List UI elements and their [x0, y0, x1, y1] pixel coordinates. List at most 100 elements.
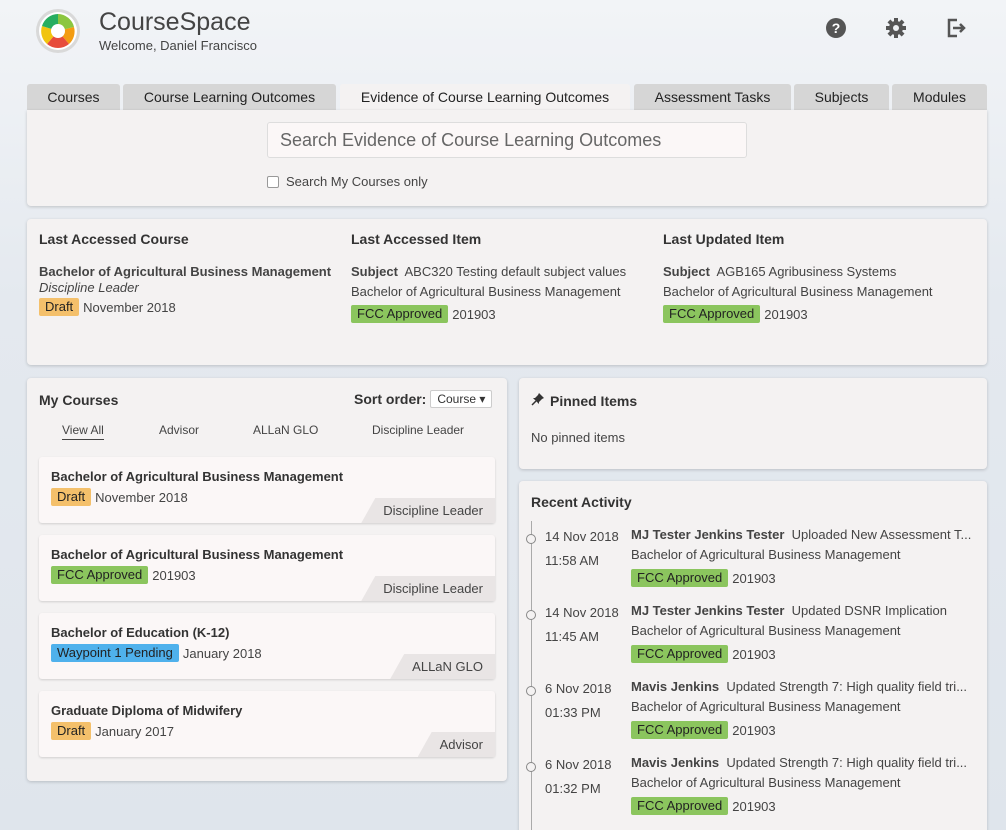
course-role-tag: Discipline Leader [361, 576, 495, 601]
status-badge: Waypoint 1 Pending [51, 644, 179, 662]
item-period: 201903 [764, 306, 808, 322]
course-name: Graduate Diploma of Midwifery [51, 703, 243, 718]
activity-period: 201903 [732, 798, 776, 814]
last-accessed-course-heading: Last Accessed Course [39, 231, 189, 247]
pinned-items-panel: Pinned Items No pinned items [519, 378, 987, 469]
recent-activity-panel: Recent Activity 14 Nov 2018 11:58 AM MJ … [519, 481, 987, 830]
filter-allan-glo[interactable]: ALLaN GLO [253, 423, 318, 437]
status-badge: Draft [51, 722, 92, 740]
activity-period: 201903 [732, 570, 776, 586]
item-type-label: Subject [351, 264, 398, 279]
activity-user: Mavis Jenkins [631, 679, 720, 694]
course-card[interactable]: Bachelor of Agricultural Business Manage… [39, 457, 495, 523]
tab-course-learning-outcomes[interactable]: Course Learning Outcomes [123, 84, 336, 111]
activity-date: 6 Nov 2018 [545, 757, 612, 772]
activity-action: Updated Strength 7: High quality field t… [726, 679, 968, 694]
search-my-courses-label: Search My Courses only [286, 174, 428, 189]
last-accessed-course: Last Accessed Course Bachelor of Agricul… [39, 231, 339, 316]
activity-date: 6 Nov 2018 [545, 681, 612, 696]
last-updated-item-link[interactable]: Subject AGB165 Agribusiness Systems [663, 264, 963, 279]
my-courses-panel: My Courses Sort order: Course ▾ View All… [27, 378, 507, 781]
timeline-dot [526, 686, 536, 696]
course-date: January 2018 [182, 645, 262, 661]
activity-user: MJ Tester Jenkins Tester [631, 603, 785, 618]
tab-evidence-of-course-learning-outcomes[interactable]: Evidence of Course Learning Outcomes [340, 84, 630, 112]
search-panel: Search My Courses only [27, 110, 987, 206]
recent-activity-heading: Recent Activity [531, 494, 632, 510]
activity-item[interactable]: 6 Nov 2018 01:33 PM Mavis Jenkins Update… [519, 673, 987, 749]
activity-time: 01:33 PM [545, 705, 601, 720]
status-badge: FCC Approved [351, 305, 449, 323]
course-name: Bachelor of Agricultural Business Manage… [51, 547, 344, 562]
activity-time: 11:58 AM [545, 553, 599, 568]
tab-assessment-tasks[interactable]: Assessment Tasks [634, 84, 791, 111]
status-badge: FCC Approved [631, 721, 729, 739]
item-course: Bachelor of Agricultural Business Manage… [351, 284, 621, 299]
activity-time: 01:32 PM [545, 781, 601, 796]
last-accessed-course-date: November 2018 [83, 299, 176, 315]
item-name: AGB165 Agribusiness Systems [716, 264, 897, 279]
activity-course: Bachelor of Agricultural Business Manage… [631, 699, 901, 714]
course-name: Bachelor of Agricultural Business Manage… [51, 469, 344, 484]
last-accessed-item: Last Accessed Item Subject ABC320 Testin… [351, 231, 651, 323]
app-logo[interactable] [35, 8, 81, 54]
status-badge: FCC Approved [631, 645, 729, 663]
activity-course: Bachelor of Agricultural Business Manage… [631, 623, 901, 638]
pin-icon [531, 392, 545, 409]
activity-item[interactable]: 6 Nov 2018 01:32 PM Mavis Jenkins Update… [519, 749, 987, 825]
timeline-dot [526, 762, 536, 772]
status-badge: FCC Approved [631, 569, 729, 587]
pinned-empty-text: No pinned items [531, 430, 625, 445]
pinned-items-heading: Pinned Items [550, 392, 638, 409]
status-badge: Draft [51, 488, 92, 506]
filter-view-all[interactable]: View All [62, 423, 104, 440]
status-badge: FCC Approved [663, 305, 761, 323]
last-accessed-item-link[interactable]: Subject ABC320 Testing default subject v… [351, 264, 651, 279]
filter-discipline-leader[interactable]: Discipline Leader [372, 423, 464, 437]
status-badge: Draft [39, 298, 80, 316]
course-date: January 2017 [95, 723, 174, 739]
last-accessed-item-heading: Last Accessed Item [351, 231, 482, 247]
last-accessed-course-role: Discipline Leader [39, 280, 139, 295]
last-updated-item-heading: Last Updated Item [663, 231, 785, 247]
status-badge: FCC Approved [51, 566, 149, 584]
course-date: November 2018 [95, 489, 188, 505]
last-accessed-course-name[interactable]: Bachelor of Agricultural Business Manage… [39, 264, 339, 279]
item-name: ABC320 Testing default subject values [404, 264, 627, 279]
tab-subjects[interactable]: Subjects [794, 84, 889, 111]
course-role-tag: Discipline Leader [361, 498, 495, 523]
activity-action: Uploaded New Assessment T... [791, 527, 972, 542]
search-my-courses-toggle[interactable]: Search My Courses only [267, 174, 428, 189]
course-card[interactable]: Bachelor of Education (K-12) Waypoint 1 … [39, 613, 495, 679]
filter-advisor[interactable]: Advisor [159, 423, 199, 437]
sort-order-value: Course [437, 392, 477, 406]
main-tabs: Courses Course Learning Outcomes Evidenc… [27, 84, 987, 112]
activity-action: Updated Strength 7: High quality field t… [726, 755, 968, 770]
tab-modules[interactable]: Modules [892, 84, 987, 111]
course-card[interactable]: Graduate Diploma of Midwifery Draft Janu… [39, 691, 495, 757]
timeline-dot [526, 534, 536, 544]
sort-order-select[interactable]: Course ▾ [430, 390, 493, 408]
course-role-tag: Advisor [417, 732, 495, 757]
activity-item[interactable]: 14 Nov 2018 11:45 AM MJ Tester Jenkins T… [519, 597, 987, 673]
activity-period: 201903 [732, 646, 776, 662]
app-title: CourseSpace [99, 8, 251, 36]
search-my-courses-checkbox[interactable] [267, 175, 279, 188]
course-card[interactable]: Bachelor of Agricultural Business Manage… [39, 535, 495, 601]
last-updated-item: Last Updated Item Subject AGB165 Agribus… [663, 231, 963, 323]
search-input[interactable] [267, 122, 747, 158]
item-type-label: Subject [663, 264, 710, 279]
gear-icon[interactable] [885, 17, 907, 39]
status-badge: FCC Approved [631, 797, 729, 815]
tab-courses[interactable]: Courses [27, 84, 120, 111]
activity-user: Mavis Jenkins [631, 755, 720, 770]
activity-date: 14 Nov 2018 [545, 605, 619, 620]
activity-item[interactable]: 14 Nov 2018 11:58 AM MJ Tester Jenkins T… [519, 521, 987, 597]
activity-course: Bachelor of Agricultural Business Manage… [631, 547, 901, 562]
activity-date: 14 Nov 2018 [545, 529, 619, 544]
help-icon[interactable]: ? [825, 17, 847, 39]
logout-icon[interactable] [945, 17, 967, 39]
activity-time: 11:45 AM [545, 629, 599, 644]
welcome-text: Welcome, Daniel Francisco [99, 38, 257, 53]
svg-text:?: ? [832, 20, 841, 36]
